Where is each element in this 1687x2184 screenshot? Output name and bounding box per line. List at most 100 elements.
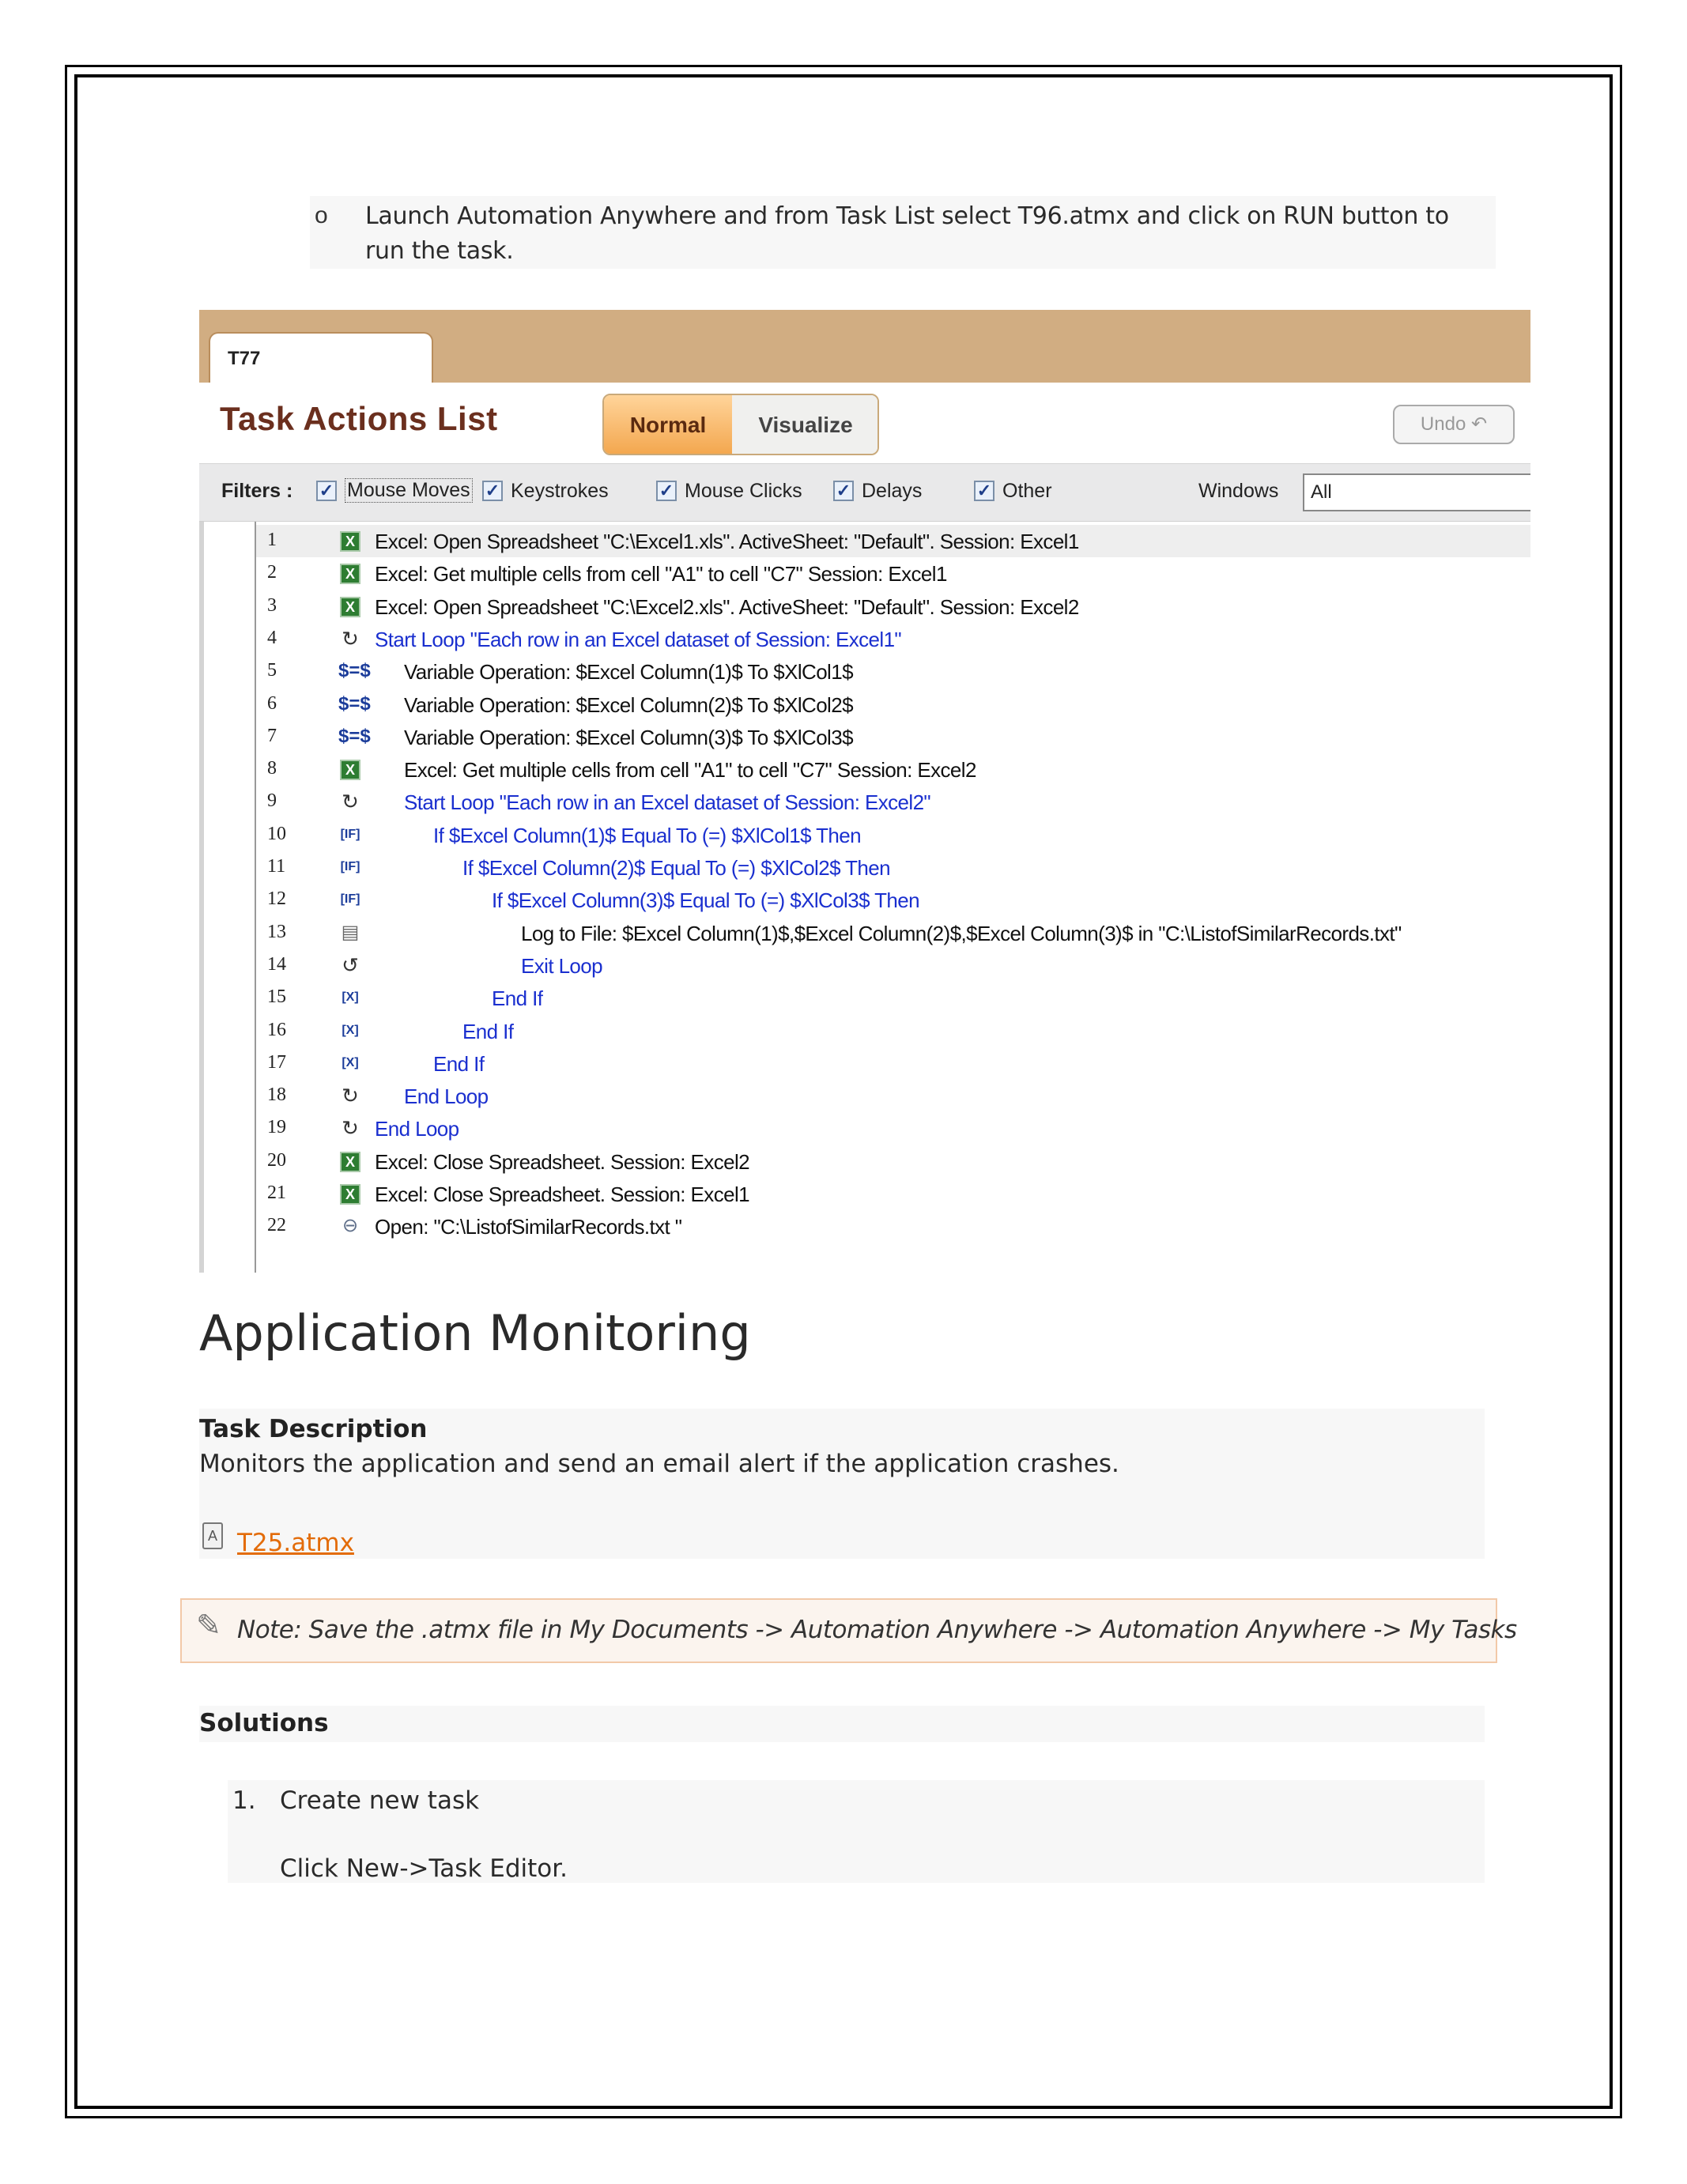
task-actions-screenshot: T77 Task Actions List Normal Visualize U… [199,310,1530,1273]
end-loop-icon: ↻ [342,1116,359,1141]
visualize-mode-button[interactable]: Visualize [732,395,877,454]
line-number: 9 [267,790,277,812]
action-text: If $Excel Column(2)$ Equal To (=) $XlCol… [462,856,891,880]
step-text: Create new task [280,1786,480,1815]
action-text: End Loop [404,1084,489,1109]
view-mode-toggle: Normal Visualize [602,394,879,455]
exit-loop-icon: ↺ [342,952,359,977]
filters-label: Filters : [221,480,293,502]
line-number: 6 [267,692,277,714]
action-row[interactable]: 18 ↻ End Loop [256,1080,1530,1112]
tab-t77[interactable]: T77 [209,332,433,384]
attachment-link[interactable]: T25.atmx [237,1529,354,1557]
action-text: Open: "C:\ListofSimilarRecords.txt " [375,1215,682,1239]
windows-select[interactable]: All [1303,473,1530,511]
action-row[interactable]: 17 [X] End If [256,1047,1530,1080]
action-row[interactable]: 16 [X] End If [256,1015,1530,1047]
action-row[interactable]: 12 [IF] If $Excel Column(3)$ Equal To (=) … [256,884,1530,916]
action-text: End If [492,986,543,1011]
section-heading: Application Monitoring [199,1304,751,1362]
action-row[interactable]: 11 [IF] If $Excel Column(2)$ Equal To (=) … [256,851,1530,884]
action-row[interactable]: 4 ↻ Start Loop "Each row in an Excel datas… [256,623,1530,655]
action-text: Excel: Get multiple cells from cell "A1"… [375,562,947,587]
bullet-marker: o [315,202,328,228]
log-file-icon: ▤ [341,921,360,943]
action-text: Excel: Open Spreadsheet "C:\Excel1.xls".… [375,530,1079,553]
note-text: Note: Save the .atmx file in My Document… [237,1616,1517,1644]
loop-icon: ↻ [342,626,359,651]
line-number: 11 [267,856,286,877]
attachment-icon: A [202,1522,223,1549]
action-text: End If [433,1051,485,1076]
action-row[interactable]: 3 X Excel: Open Spreadsheet "C:\Excel2.xls… [256,590,1530,623]
action-text: If $Excel Column(1)$ Equal To (=) $XlCol… [433,823,862,847]
line-number: 1 [267,530,277,550]
action-text: End Loop [375,1117,459,1141]
keystrokes-checkbox[interactable]: ✓ [482,481,503,501]
tab-label: T77 [228,348,261,369]
task-actions-title: Task Actions List [220,400,498,437]
task-description-title: Task Description [199,1415,428,1443]
mouse-clicks-checkbox[interactable]: ✓ [656,481,677,501]
end-if-icon: [X] [342,1055,359,1069]
line-number: 8 [267,758,277,779]
line-number: 7 [267,725,277,746]
action-row[interactable]: 8 X Excel: Get multiple cells from cell "A… [256,753,1530,786]
line-number: 22 [267,1215,286,1236]
list-gutter [199,522,204,1273]
line-number: 14 [267,953,286,975]
line-number: 2 [267,562,277,583]
action-row[interactable]: 2 X Excel: Get multiple cells from cell "A… [256,557,1530,590]
action-text: Excel: Close Spreadsheet. Session: Excel… [375,1183,750,1206]
action-row[interactable]: 9 ↻ Start Loop "Each row in an Excel datas… [256,786,1530,818]
loop-icon: ↻ [342,790,359,814]
mouse-moves-checkbox[interactable]: ✓ [316,481,337,501]
delays-checkbox[interactable]: ✓ [833,481,854,501]
action-text: Variable Operation: $Excel Column(2)$ To… [404,692,854,717]
if-icon: [IF] [340,827,360,841]
action-row[interactable]: 14 ↺ Exit Loop [256,949,1530,982]
delays-label: Delays [862,480,923,502]
action-row[interactable]: 13 ▤ Log to File: $Excel Column(1)$,$Excel… [256,917,1530,949]
action-text: Start Loop "Each row in an Excel dataset… [404,790,931,815]
line-number: 10 [267,823,286,844]
action-row[interactable]: 1 X Excel: Open Spreadsheet "C:\Excel1.xls… [256,525,1530,557]
action-row[interactable]: 20 X Excel: Close Spreadsheet. Session: Ex… [256,1145,1530,1178]
action-row[interactable]: 5 $=$ Variable Operation: $Excel Column(1)… [256,655,1530,688]
line-number: 18 [267,1084,286,1106]
windows-label: Windows [1198,480,1279,502]
filters-bar: Filters : ✓ Mouse Moves ✓ Keystrokes ✓ M… [199,463,1530,522]
action-text: If $Excel Column(3)$ Equal To (=) $XlCol… [492,888,920,913]
undo-button[interactable]: Undo ↶ [1393,405,1515,444]
solutions-title: Solutions [199,1709,329,1737]
action-row[interactable]: 22 ⊖ Open: "C:\ListofSimilarRecords.txt " [256,1210,1530,1243]
if-icon: [IF] [340,892,360,907]
line-number: 20 [267,1149,286,1171]
action-row[interactable]: 21 X Excel: Close Spreadsheet. Session: Ex… [256,1178,1530,1210]
normal-mode-button[interactable]: Normal [604,395,732,454]
solutions-block [199,1706,1485,1742]
action-row[interactable]: 19 ↻ End Loop [256,1112,1530,1145]
line-number: 13 [267,921,286,942]
action-row[interactable]: 15 [X] End If [256,982,1530,1014]
line-number: 19 [267,1117,286,1138]
excel-icon: X [340,1151,360,1172]
action-row[interactable]: 6 $=$ Variable Operation: $Excel Column(2)… [256,688,1530,721]
other-checkbox[interactable]: ✓ [974,481,994,501]
action-text: Excel: Get multiple cells from cell "A1"… [404,758,976,783]
action-row[interactable]: 7 $=$ Variable Operation: $Excel Column(3)… [256,721,1530,753]
if-icon: [IF] [340,860,360,873]
mouse-clicks-label: Mouse Clicks [685,480,802,502]
action-text: Variable Operation: $Excel Column(1)$ To… [404,660,854,685]
step-subtext: Click New->Task Editor. [280,1854,568,1883]
excel-icon: X [340,596,360,617]
end-loop-icon: ↻ [342,1084,359,1108]
action-text: Variable Operation: $Excel Column(3)$ To… [404,725,854,749]
keystrokes-label: Keystrokes [511,480,609,502]
action-text: Log to File: $Excel Column(1)$,$Excel Co… [521,921,1402,945]
launch-instruction-text: Launch Automation Anywhere and from Task… [365,202,1449,265]
action-row[interactable]: 10 [IF] If $Excel Column(1)$ Equal To (=) … [256,819,1530,851]
undo-icon: ↶ [1470,413,1488,435]
line-number: 3 [267,594,277,616]
step-number: 1. [232,1786,256,1815]
